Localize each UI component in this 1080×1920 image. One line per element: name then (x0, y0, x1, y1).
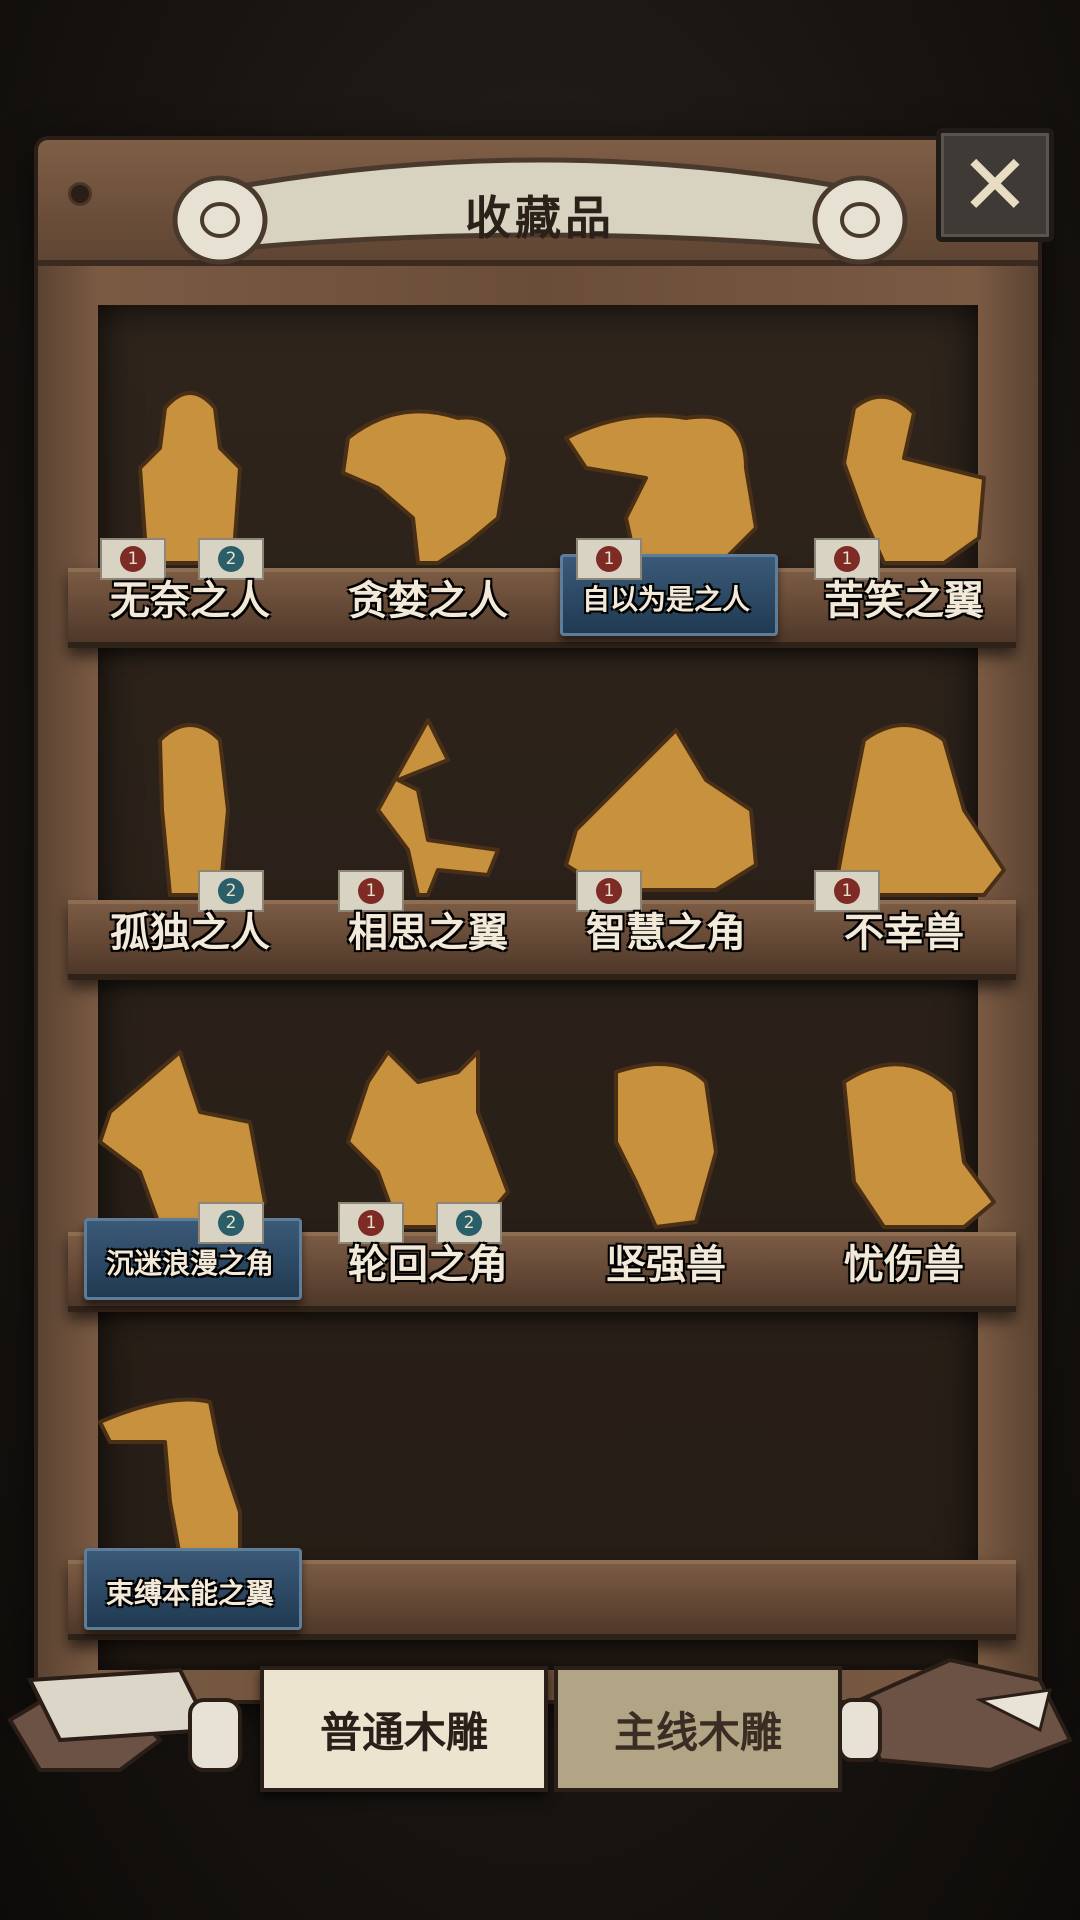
collection-item[interactable]: 2 沉迷浪漫之角 (70, 1032, 310, 1300)
rocks-left (7, 1667, 242, 1772)
item-name: 智慧之角 (586, 910, 746, 956)
item-name: 坚强兽 (606, 1242, 726, 1288)
rocks-right (840, 1657, 1073, 1773)
wood-carving-icon (98, 1050, 267, 1229)
seal-count: 1 (596, 546, 622, 572)
item-name: 轮回之角 (348, 1242, 508, 1288)
item-name: 无奈之人 (110, 578, 270, 624)
wood-carving-icon (614, 1062, 718, 1229)
item-name: 苦笑之翼 (824, 578, 984, 624)
wood-carving-icon (341, 409, 510, 565)
item-name: 自以为是之人 (581, 583, 750, 616)
collection-item[interactable]: 束缚本能之翼 (70, 1362, 310, 1630)
item-name: 相思之翼 (348, 910, 508, 956)
item-name: 孤独之人 (110, 910, 270, 956)
nail (68, 182, 92, 206)
tab-normal-carvings[interactable]: 普通木雕 (260, 1666, 548, 1792)
title-scroll: 收藏品 (160, 130, 920, 270)
item-name: 束缚本能之翼 (105, 1577, 274, 1610)
collection-item[interactable]: 忧伤兽 (784, 1032, 1024, 1292)
close-icon: ✕ (959, 136, 1031, 234)
collection-item[interactable]: 1 自以为是之人 (546, 368, 786, 636)
envelope-badge: 1 (576, 538, 642, 580)
tab-main-carvings[interactable]: 主线木雕 (554, 1666, 842, 1792)
item-name: 贪婪之人 (348, 578, 508, 624)
wood-carving-icon (158, 723, 230, 897)
collection-item[interactable]: 2 孤独之人 (70, 700, 310, 960)
collection-item[interactable]: 贪婪之人 (308, 368, 548, 628)
close-button[interactable]: ✕ (936, 128, 1054, 242)
wood-carving-icon (842, 1062, 996, 1229)
item-name: 沉迷浪漫之角 (105, 1247, 274, 1280)
collection-item[interactable]: 1 相思之翼 (308, 700, 548, 960)
page-title: 收藏品 (465, 191, 615, 245)
collection-item[interactable]: 1 不幸兽 (784, 700, 1024, 960)
collection-item[interactable]: 1 2 无奈之人 (70, 368, 310, 628)
collection-item[interactable]: 1 2 轮回之角 (308, 1032, 548, 1292)
envelope-badge: 2 (198, 1202, 264, 1244)
collection-item[interactable]: 坚强兽 (546, 1032, 786, 1292)
item-name: 不幸兽 (844, 910, 964, 956)
seal-count: 2 (218, 1210, 244, 1236)
collection-item[interactable]: 1 智慧之角 (546, 700, 786, 960)
wood-carving-icon (98, 1397, 242, 1559)
item-name: 忧伤兽 (844, 1242, 964, 1288)
collection-item[interactable]: 1 苦笑之翼 (784, 368, 1024, 628)
